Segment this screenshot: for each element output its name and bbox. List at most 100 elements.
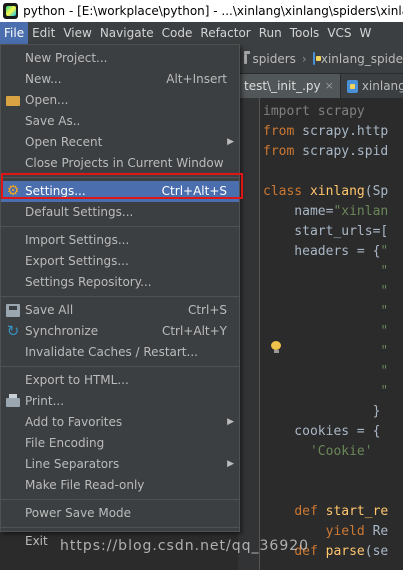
python-file-icon bbox=[346, 79, 358, 93]
menu-run[interactable]: Run bbox=[255, 22, 286, 44]
nav-item-file[interactable]: xinlang_spide bbox=[321, 52, 403, 66]
code-line: " bbox=[263, 304, 389, 319]
menu-refactor[interactable]: Refactor bbox=[196, 22, 254, 44]
menu-item-new[interactable]: New... Alt+Insert bbox=[1, 69, 239, 90]
menu-item-print[interactable]: Print... bbox=[1, 391, 239, 412]
code-line: class xinlang(Sp bbox=[263, 184, 389, 199]
sync-icon: ↻ bbox=[6, 322, 20, 340]
menu-w[interactable]: W bbox=[356, 22, 376, 44]
code-line: " bbox=[263, 344, 389, 359]
window-title: python - [E:\workplace\python] - ...\xin… bbox=[23, 4, 403, 18]
menu-item-label: Default Settings... bbox=[25, 205, 134, 219]
menu-item-label: Exit bbox=[25, 534, 48, 548]
menu-item-settings-repository[interactable]: Settings Repository... bbox=[1, 272, 239, 293]
menu-item-save-all[interactable]: Save All Ctrl+S bbox=[1, 300, 239, 321]
shortcut-label: Ctrl+Alt+Y bbox=[161, 324, 227, 338]
menu-separator bbox=[1, 226, 239, 227]
menu-item-default-settings[interactable]: Default Settings... bbox=[1, 202, 239, 223]
shortcut-label: Ctrl+Alt+S bbox=[161, 184, 227, 198]
code-line: cookies = { bbox=[263, 424, 381, 439]
nav-item-spiders[interactable]: spiders bbox=[253, 52, 296, 66]
menu-item-file-encoding[interactable]: File Encoding bbox=[1, 433, 239, 454]
close-icon[interactable]: × bbox=[325, 74, 334, 98]
menu-item-import-settings[interactable]: Import Settings... bbox=[1, 230, 239, 251]
menu-separator bbox=[1, 177, 239, 178]
code-line: } bbox=[263, 404, 381, 419]
code-line: " bbox=[263, 264, 389, 279]
menu-item-open-recent[interactable]: Open Recent ▶ bbox=[1, 132, 239, 153]
menu-item-new-project[interactable]: New Project... bbox=[1, 48, 239, 69]
title-bar: python - [E:\workplace\python] - ...\xin… bbox=[0, 0, 403, 22]
menu-item-label: Print... bbox=[25, 394, 65, 408]
menu-item-label: Power Save Mode bbox=[25, 506, 132, 520]
menu-item-label: Settings... bbox=[25, 184, 86, 198]
menu-item-save-as[interactable]: Save As.. bbox=[1, 111, 239, 132]
code-line: name="xinlan bbox=[263, 204, 389, 219]
file-menu-dropdown: New Project... New... Alt+Insert Open... Sav… bbox=[0, 44, 240, 548]
folder-icon bbox=[6, 96, 20, 106]
pycharm-logo-icon bbox=[3, 3, 19, 19]
menu-item-power-save-mode[interactable]: Power Save Mode bbox=[1, 503, 239, 524]
shortcut-label: Alt+Insert bbox=[166, 72, 227, 86]
menu-navigate[interactable]: Navigate bbox=[96, 22, 158, 44]
code-editor[interactable]: import scrapy from scrapy.http from scrapy… bbox=[238, 98, 403, 570]
menu-bar: File Edit View Navigate Code Refactor Run Tools… bbox=[0, 22, 403, 44]
menu-item-export-settings[interactable]: Export Settings... bbox=[1, 251, 239, 272]
submenu-arrow-icon: ▶ bbox=[227, 417, 234, 427]
menu-item-label: Add to Favorites bbox=[25, 415, 123, 429]
menu-item-settings[interactable]: ⚙ Settings... Ctrl+Alt+S bbox=[1, 181, 239, 202]
menu-item-label: Invalidate Caches / Restart... bbox=[25, 345, 198, 359]
submenu-arrow-icon: ▶ bbox=[227, 459, 234, 469]
code-line: " bbox=[263, 364, 389, 379]
submenu-arrow-icon: ▶ bbox=[227, 137, 234, 147]
menu-item-label: Save As.. bbox=[25, 114, 81, 128]
menu-item-add-to-favorites[interactable]: Add to Favorites ▶ bbox=[1, 412, 239, 433]
menu-item-label: Save All bbox=[25, 303, 74, 317]
code-line: headers = {" bbox=[263, 244, 389, 259]
menu-item-export-to-html[interactable]: Export to HTML... bbox=[1, 370, 239, 391]
lightbulb-icon[interactable] bbox=[271, 341, 281, 353]
menu-edit[interactable]: Edit bbox=[28, 22, 59, 44]
menu-separator bbox=[1, 366, 239, 367]
menu-separator bbox=[1, 499, 239, 500]
menu-item-synchronize[interactable]: ↻ Synchronize Ctrl+Alt+Y bbox=[1, 321, 239, 342]
menu-file[interactable]: File bbox=[0, 22, 29, 44]
code-line: " bbox=[263, 284, 389, 299]
watermark: https://blog.csdn.net/qq_36920 bbox=[60, 538, 310, 554]
tab-label: xinlang bbox=[361, 79, 403, 93]
code-line: " bbox=[263, 384, 389, 399]
menu-view[interactable]: View bbox=[59, 22, 95, 44]
gear-icon: ⚙ bbox=[6, 183, 20, 199]
menu-code[interactable]: Code bbox=[158, 22, 197, 44]
menu-item-invalidate-caches-restart[interactable]: Invalidate Caches / Restart... bbox=[1, 342, 239, 363]
tab-0[interactable]: test\_init_.py × bbox=[238, 74, 341, 98]
tab-1[interactable]: xinlang bbox=[341, 74, 403, 98]
menu-item-label: New... bbox=[25, 72, 62, 86]
code-line: " bbox=[263, 324, 389, 339]
menu-item-line-separators[interactable]: Line Separators ▶ bbox=[1, 454, 239, 475]
menu-item-label: Open Recent bbox=[25, 135, 103, 149]
menu-item-label: Import Settings... bbox=[25, 233, 130, 247]
code-area[interactable]: import scrapy from scrapy.http from scrapy… bbox=[263, 102, 388, 562]
print-icon bbox=[6, 394, 20, 407]
menu-item-label: Make File Read-only bbox=[25, 478, 145, 492]
menu-item-label: Line Separators bbox=[25, 457, 120, 471]
menu-vcs[interactable]: VCS bbox=[323, 22, 355, 44]
code-line: start_urls=[ bbox=[263, 224, 389, 239]
menu-item-close-projects-in-current-window[interactable]: Close Projects in Current Window bbox=[1, 153, 239, 174]
menu-item-make-file-read-only[interactable]: Make File Read-only bbox=[1, 475, 239, 496]
save-icon bbox=[6, 304, 20, 317]
code-line: import scrapy bbox=[263, 104, 365, 119]
editor-tabs: test\_init_.py × xinlang bbox=[238, 74, 403, 98]
code-line: from scrapy.http bbox=[263, 124, 389, 139]
code-line: def start_re bbox=[294, 504, 389, 519]
python-file-icon bbox=[312, 52, 322, 65]
menu-tools[interactable]: Tools bbox=[286, 22, 324, 44]
folder-icon bbox=[244, 50, 250, 64]
menu-item-open[interactable]: Open... bbox=[1, 90, 239, 111]
menu-item-label: Export to HTML... bbox=[25, 373, 129, 387]
navigation-bar: spiders › xinlang_spide bbox=[238, 44, 403, 74]
